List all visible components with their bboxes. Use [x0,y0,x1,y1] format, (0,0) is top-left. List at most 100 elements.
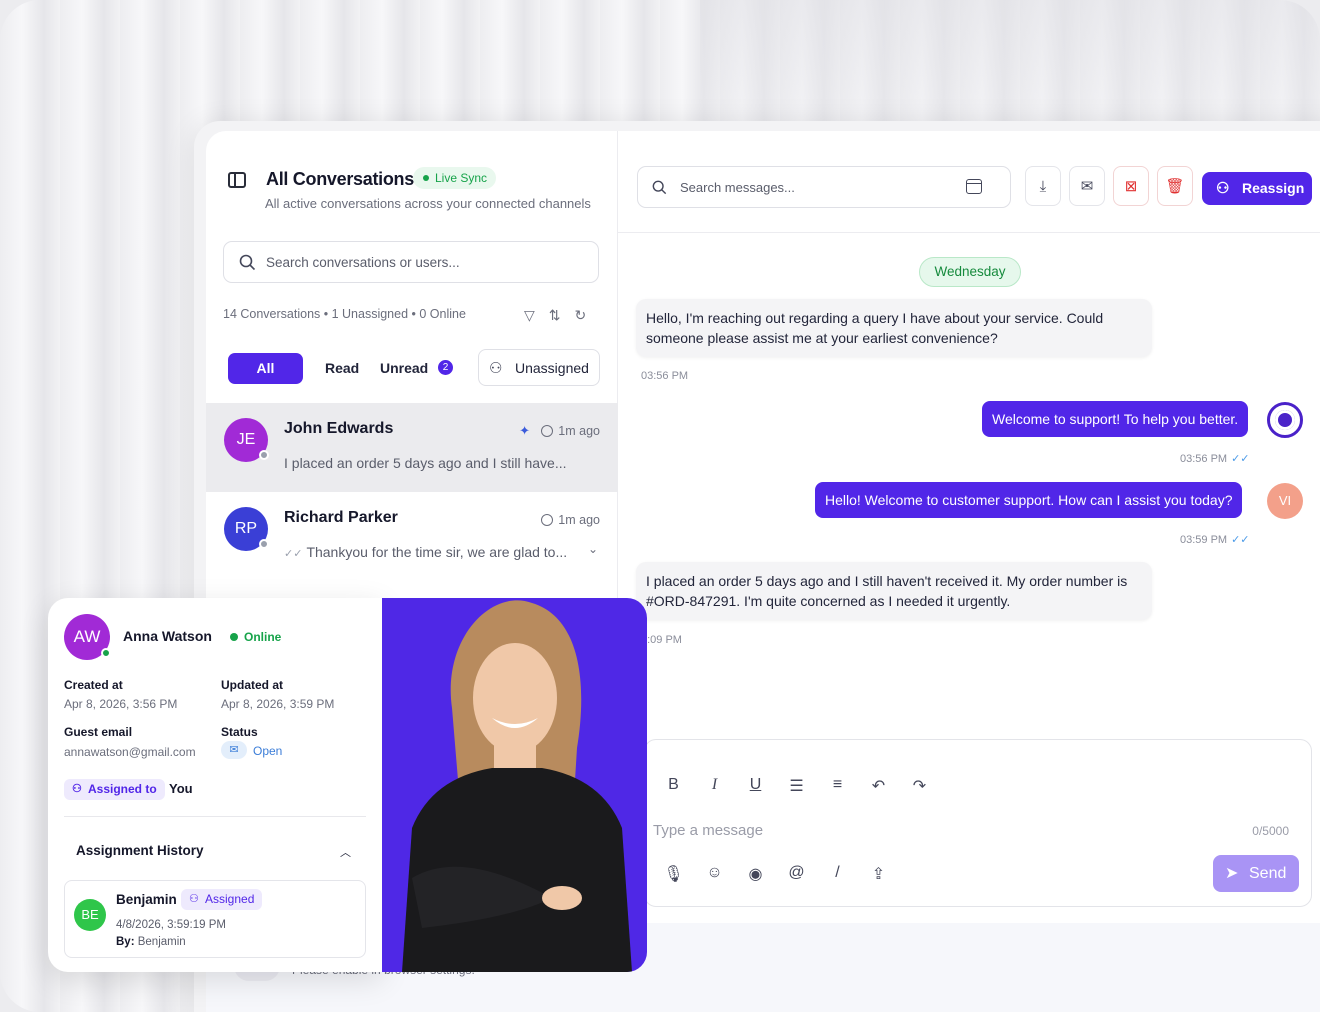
tab-unread[interactable]: Unread [380,360,428,376]
search-icon [652,180,667,195]
agent-photo-illustration [402,600,632,972]
user-icon: ⚇ [72,783,82,795]
mention-icon[interactable]: @ [776,864,817,884]
eye-icon[interactable]: ◉ [735,864,776,884]
outgoing-message: Hello! Welcome to customer support. How … [815,482,1243,518]
close-conversation-button[interactable]: ⊠ [1113,166,1149,206]
avatar: JE [224,418,269,462]
conversation-item[interactable]: RP Richard Parker 1m ago ✓✓ Thankyou for … [206,492,618,581]
microphone-icon[interactable]: 🎙 [653,864,694,884]
reassign-label: Reassign [1242,180,1305,196]
message-time: 03:56 PM ✓✓ [1180,452,1250,465]
upload-icon[interactable]: ⇪ [858,864,899,884]
conversation-name: Richard Parker [284,509,398,526]
read-check-icon: ✓✓ [284,548,303,560]
incoming-message: I placed an order 5 days ago and I still… [636,562,1152,620]
agent-avatar: VI [1267,483,1303,519]
message-time: 4:09 PM [641,634,682,646]
download-button[interactable]: ⤓ [1025,166,1061,206]
avatar-initials: BE [81,907,99,922]
bold-icon[interactable]: B [653,776,694,796]
conversation-item[interactable]: JE John Edwards ✦ 1m ago I placed an ord… [206,403,618,492]
avatar: RP [224,507,269,551]
chevron-up-icon[interactable]: ︿ [340,844,351,860]
slash-command-icon[interactable]: / [817,864,858,884]
bot-avatar [1267,402,1303,438]
chat-panel: Search messages... ⤓ ✉ ⊠ 🗑 ⚇ Reassign We… [618,131,1320,1012]
search-icon [239,254,256,271]
conversation-time-text: 1m ago [558,513,600,527]
user-plus-icon: ⚇ [1216,180,1230,197]
assignment-history-item: BE Benjamin ⚇ Assigned 4/8/2026, 3:59:19 … [64,880,366,958]
avatar: BE [74,899,106,931]
send-button[interactable]: ➤ Send [1213,855,1299,892]
bullet-list-icon[interactable]: ≡ [817,776,858,796]
conversation-name: John Edwards [284,420,394,437]
history-by-label: By: [116,936,135,948]
message-time: 03:56 PM [641,370,689,382]
divider [64,816,366,817]
updated-value: Apr 8, 2026, 3:59 PM [221,697,335,711]
filter-tabs: All Read Unread 2 ⚇ Unassigned [228,349,603,387]
status-badge: ✉ Open [221,741,282,759]
redo-icon[interactable]: ↷ [899,776,940,796]
conversation-time-text: 1m ago [558,424,600,438]
conversation-stats: 14 Conversations • 1 Unassigned • 0 Onli… [223,307,466,321]
list-tools: ▽ ⇅ ↻ [524,307,586,324]
paper-plane-icon: ➤ [1225,865,1239,882]
history-by: By: Benjamin [116,936,186,948]
status-dot [101,648,111,658]
conversation-preview: ✓✓ Thankyou for the time sir, we are glad… [284,544,567,560]
sort-icon[interactable]: ⇅ [549,307,561,324]
message-composer: B I U ☰ ≡ ↶ ↷ Type a message 0/5000 🎙 ☺ … [644,739,1312,907]
send-label: Send [1249,865,1287,882]
refresh-icon[interactable]: ↻ [575,307,587,324]
composer-tools: 🎙 ☺ ◉ @ / ⇪ [653,864,899,884]
assigned-value: You [169,781,193,796]
clock-icon [541,425,554,437]
user-icon: ⚇ [189,893,199,905]
email-value: annawatson@gmail.com [64,745,196,759]
tab-all[interactable]: All [228,353,303,384]
filter-icon[interactable]: ▽ [524,307,535,324]
created-value: Apr 8, 2026, 3:56 PM [64,697,178,711]
created-label: Created at [64,678,123,692]
conversation-time: 1m ago [541,424,600,438]
calendar-icon[interactable] [966,179,982,194]
unread-count-badge: 2 [438,360,453,375]
day-separator: Wednesday [919,257,1021,287]
pin-icon[interactable]: ✦ [519,423,530,439]
message-search-input[interactable]: Search messages... [637,166,1011,208]
undo-icon[interactable]: ↶ [858,776,899,796]
envelope-icon: ✉ [221,741,247,759]
message-input[interactable]: Type a message [653,822,763,839]
assigned-badge: ⚇ Assigned [181,889,263,910]
underline-icon[interactable]: U [735,776,776,796]
incoming-message: Hello, I'm reaching out regarding a quer… [636,299,1152,357]
avatar: AW [64,614,111,660]
contact-name: Anna Watson [123,628,212,644]
delete-button[interactable]: 🗑 [1157,166,1193,206]
updated-label: Updated at [221,678,284,692]
italic-icon[interactable]: I [694,776,735,796]
status-dot [259,539,269,549]
format-toolbar: B I U ☰ ≡ ↶ ↷ [653,776,940,796]
message-time-text: 03:59 PM [1180,534,1228,546]
assigned-badge-label: Assigned [205,892,255,906]
tab-unassigned[interactable]: ⚇ Unassigned [478,349,600,386]
ordered-list-icon[interactable]: ☰ [776,776,817,796]
chevron-down-icon[interactable]: ⌄ [588,542,598,556]
contact-card: AW Anna Watson Online Created at Apr 8, … [48,598,382,972]
search-placeholder: Search messages... [680,180,795,195]
sidebar-toggle-icon[interactable] [228,172,246,188]
assignment-history-title: Assignment History [76,843,204,858]
agent-photo [382,598,647,972]
reassign-button[interactable]: ⚇ Reassign [1202,172,1312,205]
user-x-icon: ⚇ [489,360,503,377]
email-button[interactable]: ✉ [1069,166,1105,206]
page-title: All Conversations [266,169,414,189]
tab-read[interactable]: Read [325,360,359,376]
character-counter: 0/5000 [1252,824,1289,838]
emoji-icon[interactable]: ☺ [694,864,735,884]
conversation-search-input[interactable]: Search conversations or users... [223,241,599,283]
